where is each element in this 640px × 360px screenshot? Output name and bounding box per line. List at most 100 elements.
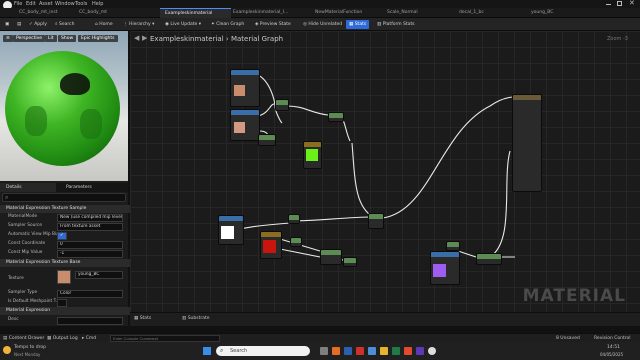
small-node[interactable] [446, 241, 460, 251]
math-node[interactable] [258, 134, 276, 146]
tab-details[interactable]: Details [0, 183, 56, 192]
app-icon[interactable] [404, 347, 412, 355]
multiply-node[interactable] [476, 253, 502, 265]
preview-state-button[interactable]: ◈ Preview State [252, 20, 294, 29]
automatic-view-mip-bias-checkbox[interactable]: ✓ [57, 232, 67, 240]
app-icon[interactable] [392, 347, 400, 355]
clean-graph-button[interactable]: ✦ Clean Graph [208, 20, 247, 29]
app-icon[interactable] [368, 347, 376, 355]
tab-label: decal_1_bc [459, 10, 484, 15]
content-drawer-button[interactable]: ▤ Content Drawer [3, 335, 44, 342]
platform-stats-label: Platform Stats [382, 22, 415, 27]
add-node[interactable] [320, 249, 342, 265]
stats-tab[interactable]: ▦ Stats [134, 315, 151, 322]
small-node[interactable] [288, 214, 300, 224]
desc-field[interactable] [57, 317, 123, 325]
windows-start-icon[interactable] [203, 347, 211, 355]
app-icon[interactable] [416, 347, 424, 355]
tab-exampleskinmaterial-inst[interactable]: Exampleskinmaterial_I... [228, 8, 313, 18]
tab-label: young_BC [531, 10, 554, 15]
save-button[interactable]: ▣ [2, 20, 12, 29]
multiply-node[interactable] [328, 112, 344, 122]
apply-button[interactable]: ✓ Apply [26, 20, 50, 29]
tab-parameters[interactable]: Parameters [60, 183, 92, 192]
row-label: MaterialMode [8, 214, 38, 219]
texture-thumbnail[interactable] [57, 270, 71, 284]
menu-file[interactable]: File [14, 1, 22, 7]
section-texture-sample[interactable]: Material Expression Texture Sample [0, 205, 134, 213]
row-value[interactable]: From texture asset [57, 223, 123, 231]
texture-sample-node-1[interactable] [230, 69, 260, 107]
live-update-label: Live Update [170, 22, 198, 27]
tab-decal-1-bc[interactable]: decal_1_bc [454, 8, 529, 18]
unsaved-indicator[interactable]: 8 Unsaved [556, 335, 580, 342]
browse-button[interactable]: ▤ [14, 20, 24, 29]
hierarchy-icon: ⋮ [123, 22, 128, 27]
details-search-input[interactable]: ⌕ [2, 193, 126, 202]
menu-edit[interactable]: Edit [26, 1, 36, 7]
row-value[interactable]: New (use compiled mip level) [57, 214, 123, 222]
row-value[interactable]: 0 [57, 241, 123, 249]
maximize-icon[interactable] [617, 1, 622, 6]
substrate-tab[interactable]: ▥ Substrate [182, 315, 210, 322]
small-node[interactable] [343, 257, 357, 267]
menu-tools[interactable]: Tools [75, 1, 87, 7]
hide-unrelated-button[interactable]: ◎ Hide Unrelated [300, 20, 345, 29]
preview-viewport[interactable]: ≡ Perspective Lit Show Epic Highlights [0, 31, 128, 181]
tab-cc-body-mt-inst[interactable]: CC_body_mt_inst [14, 8, 77, 18]
section-material-expression[interactable]: Material Expression [0, 307, 134, 315]
hierarchy-button[interactable]: ⋮ Hierarchy ▾ [120, 20, 157, 29]
perspective-button[interactable]: Perspective [13, 35, 46, 42]
output-log-button[interactable]: ▦ Output Log [47, 335, 78, 342]
live-update-button[interactable]: ◉ Live Update ▾ [162, 20, 204, 29]
app-icon[interactable] [320, 347, 328, 355]
app-icon[interactable] [356, 347, 364, 355]
material-output-node[interactable] [512, 94, 542, 192]
tab-young-bc[interactable]: young_BC [526, 8, 601, 18]
tab-scale-normal[interactable]: Scale_Normal [382, 8, 457, 18]
cmd-button[interactable]: ▸ Cmd [82, 335, 96, 342]
node-header [344, 258, 356, 263]
menu-window[interactable]: Window [55, 1, 75, 7]
weather-icon[interactable] [3, 346, 11, 354]
menu-asset[interactable]: Asset [39, 1, 53, 7]
white-texture-node[interactable] [218, 215, 244, 245]
console-input[interactable] [110, 335, 220, 342]
green-constant-node[interactable] [303, 141, 322, 169]
app-icon[interactable] [332, 347, 340, 355]
texture-asset-picker[interactable]: young_BC [75, 271, 123, 279]
home-button[interactable]: ⌂ Home [92, 20, 116, 29]
unsaved-label: 8 Unsaved [556, 336, 580, 341]
purple-texture-node[interactable] [430, 251, 460, 285]
stats-button[interactable]: ▦ Stats [346, 20, 370, 29]
material-graph[interactable]: ◀ ▶ Exampleskinmaterial › Material Graph… [130, 31, 640, 326]
clock-time[interactable]: 14:51 [607, 344, 620, 351]
sampler-type-select[interactable]: Color [57, 290, 123, 298]
texture-sample-node-2[interactable] [230, 109, 260, 141]
weather-title[interactable]: Temps to drop [14, 344, 46, 351]
stats-icon: ▦ [349, 22, 354, 27]
row-value[interactable]: -1 [57, 250, 123, 258]
lerp-node[interactable] [368, 213, 384, 229]
red-constant-node[interactable] [260, 231, 282, 259]
section-texture-base[interactable]: Material Expression Texture Base [0, 259, 134, 267]
app-icon[interactable] [344, 347, 352, 355]
revision-control-button[interactable]: Revision Control [594, 335, 631, 342]
lit-button[interactable]: Lit [45, 35, 57, 42]
tab-newmaterialfunction[interactable]: NewMaterialFunction [310, 8, 385, 18]
minimize-icon[interactable] [606, 4, 611, 5]
app-icon[interactable] [380, 347, 388, 355]
small-node[interactable] [290, 237, 302, 247]
platform-stats-button[interactable]: ▥ Platform Stats [374, 20, 418, 29]
menu-help[interactable]: Help [92, 1, 103, 7]
tab-cc-body-mt[interactable]: CC_body_mt [74, 8, 165, 18]
math-node[interactable] [275, 99, 289, 111]
default-meshpaint-checkbox[interactable] [57, 299, 67, 307]
epic-highlights-button[interactable]: Epic Highlights [78, 35, 118, 42]
unreal-app-icon[interactable] [428, 347, 436, 355]
viewport-menu-icon[interactable]: ≡ [3, 35, 13, 42]
taskbar-search-box[interactable]: ⌕ Search [216, 346, 310, 356]
search-button[interactable]: ⌕ Search [52, 20, 77, 29]
show-button[interactable]: Show [58, 35, 77, 42]
close-icon[interactable]: ✕ [629, 0, 635, 7]
